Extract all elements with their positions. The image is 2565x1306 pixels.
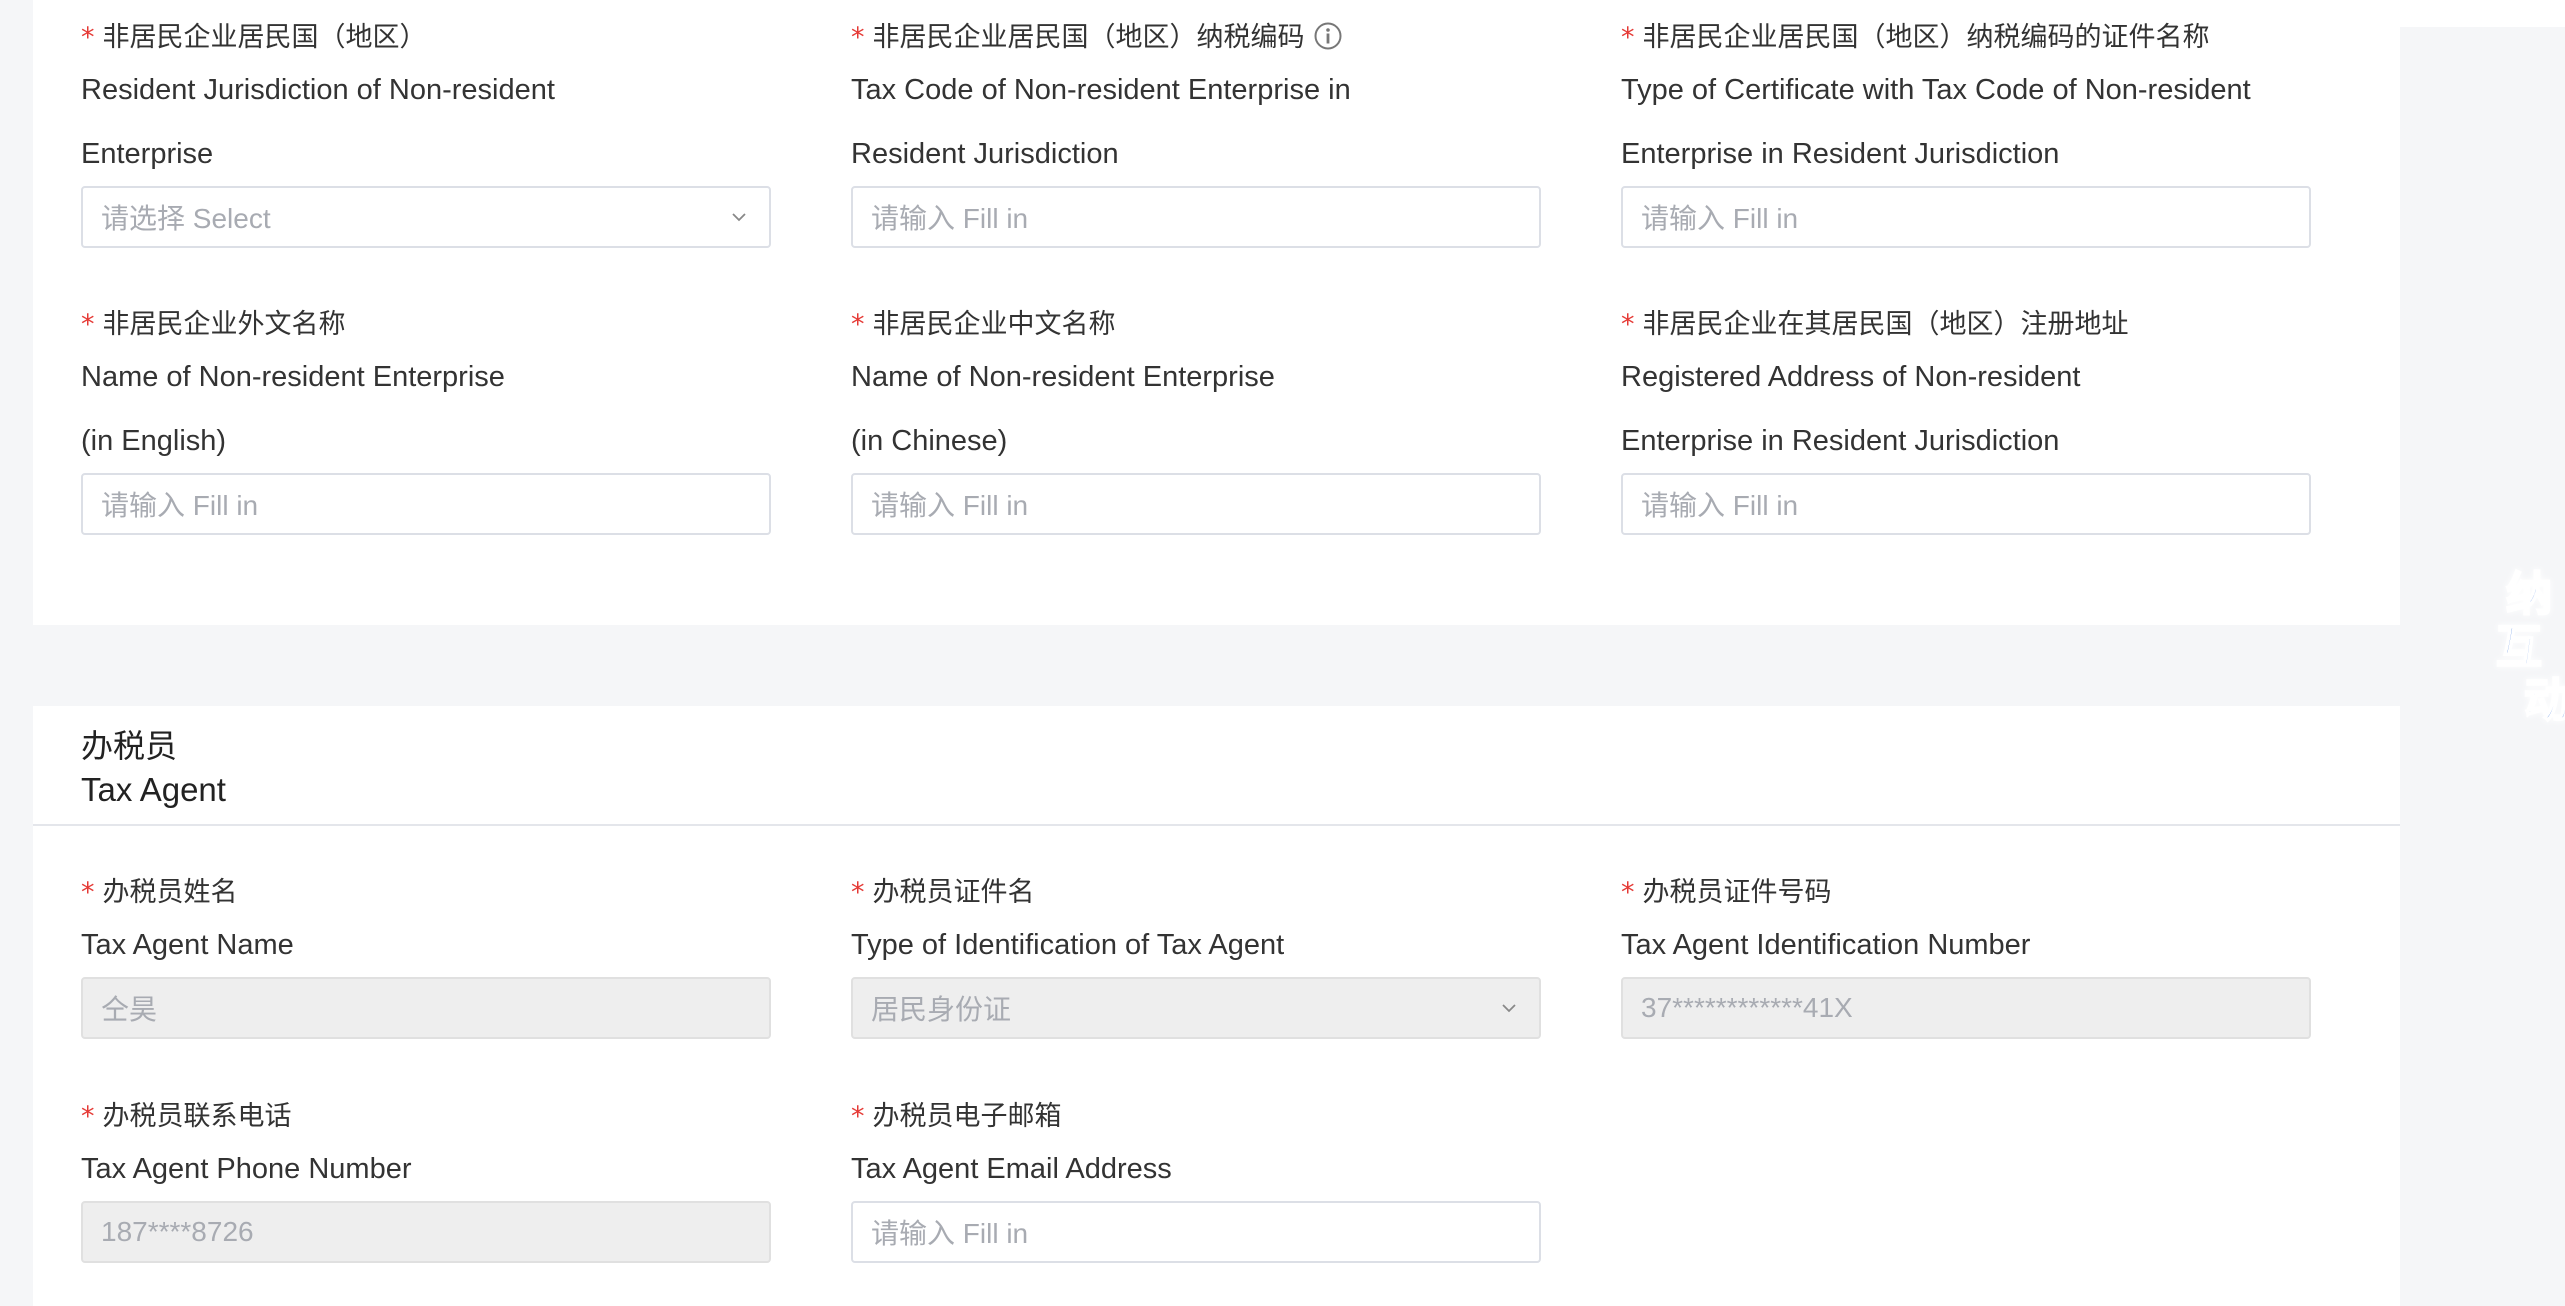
field-id-number: * 办税员证件号码 Tax Agent Identification Number…	[1621, 873, 2311, 1039]
required-star: *	[81, 22, 95, 53]
required-star: *	[81, 309, 95, 340]
required-star: *	[81, 1101, 95, 1132]
input-value: 187****8726	[101, 1216, 254, 1247]
top-strip	[2400, 0, 2565, 27]
label-cn: 非居民企业中文名称	[872, 309, 1116, 340]
label-en-continued: (in English)	[81, 425, 227, 457]
label-en: Name of Non-resident Enterprise	[851, 361, 1275, 393]
label-cn: 非居民企业居民国（地区）纳税编码的证件名称	[1642, 22, 2210, 53]
label-en: Tax Agent Identification Number	[1621, 929, 2031, 961]
label-cn: 办税员联系电话	[102, 1101, 292, 1132]
badge-char-1: 纳	[2506, 567, 2552, 621]
field-tax-code: * 非居民企业居民国（地区）纳税编码 Tax Code of Non-reside…	[851, 18, 1541, 248]
input-placeholder: 请输入 Fill in	[1641, 490, 1799, 521]
field-id-type: * 办税员证件名 Type of Identification of Tax Ag…	[851, 873, 1541, 1039]
input-value: 37************41X	[1641, 992, 1853, 1023]
required-star: *	[851, 1101, 865, 1132]
section-title-en: Tax Agent	[81, 771, 226, 808]
input-value: 仝昊	[101, 994, 158, 1025]
label-cn: 非居民企业居民国（地区）纳税编码	[872, 22, 1305, 53]
field-registered-address: * 非居民企业在其居民国（地区）注册地址 Registered Address o…	[1621, 305, 2311, 535]
required-star: *	[1621, 309, 1635, 340]
badge-char-2: 互	[2496, 620, 2542, 674]
label-en: Tax Agent Email Address	[851, 1153, 1172, 1185]
input-placeholder: 请输入 Fill in	[1641, 203, 1799, 234]
resident-jurisdiction-select[interactable]: 请选择 Select	[81, 186, 771, 248]
input-placeholder: 请输入 Fill in	[871, 203, 1029, 234]
label-en-continued: Enterprise in Resident Jurisdiction	[1621, 138, 2060, 170]
field-certificate-type: * 非居民企业居民国（地区）纳税编码的证件名称 Type of Certifica…	[1621, 18, 2311, 248]
tax-code-input[interactable]: 请输入 Fill in	[851, 186, 1541, 248]
label-en: Tax Code of Non-resident Enterprise in	[851, 74, 1351, 106]
required-star: *	[1621, 22, 1635, 53]
field-name-english: * 非居民企业外文名称 Name of Non-resident Enterpri…	[81, 305, 771, 535]
required-star: *	[851, 22, 865, 53]
name-chinese-input[interactable]: 请输入 Fill in	[851, 473, 1541, 535]
email-input[interactable]: 请输入 Fill in	[851, 1201, 1541, 1263]
badge-char-3: 动	[2524, 673, 2565, 727]
select-placeholder: 请选择 Select	[101, 203, 271, 234]
label-en: Type of Certificate with Tax Code of Non…	[1621, 74, 2251, 106]
input-placeholder: 请输入 Fill in	[871, 490, 1029, 521]
label-cn: 办税员电子邮箱	[872, 1101, 1062, 1132]
info-icon[interactable]	[1313, 21, 1343, 51]
required-star: *	[81, 877, 95, 908]
input-placeholder: 请输入 Fill in	[101, 490, 259, 521]
required-star: *	[851, 309, 865, 340]
required-star: *	[851, 877, 865, 908]
phone-input[interactable]: 187****8726	[81, 1201, 771, 1263]
field-tax-agent-name: * 办税员姓名 Tax Agent Name 仝昊	[81, 873, 771, 1039]
label-en: Name of Non-resident Enterprise	[81, 361, 505, 393]
registered-address-input[interactable]: 请输入 Fill in	[1621, 473, 2311, 535]
label-en-continued: Resident Jurisdiction	[851, 138, 1119, 170]
section-title-cn: 办税员	[81, 727, 178, 765]
select-value: 居民身份证	[871, 994, 1012, 1025]
label-en-continued: Enterprise	[81, 138, 214, 170]
field-resident-jurisdiction: * 非居民企业居民国（地区） Resident Jurisdiction of N…	[81, 18, 771, 248]
field-phone: * 办税员联系电话 Tax Agent Phone Number 187****8…	[81, 1097, 771, 1263]
label-en-continued: Enterprise in Resident Jurisdiction	[1621, 425, 2060, 457]
label-cn: 办税员证件名	[872, 877, 1035, 908]
tax-agent-name-input[interactable]: 仝昊	[81, 977, 771, 1039]
id-type-select[interactable]: 居民身份证	[851, 977, 1541, 1039]
label-cn: 非居民企业居民国（地区）	[102, 22, 427, 53]
label-en: Type of Identification of Tax Agent	[851, 929, 1285, 961]
section-header: 办税员 Tax Agent	[33, 706, 2400, 826]
label-en: Registered Address of Non-resident	[1621, 361, 2081, 393]
id-number-input[interactable]: 37************41X	[1621, 977, 2311, 1039]
field-name-chinese: * 非居民企业中文名称 Name of Non-resident Enterpri…	[851, 305, 1541, 535]
label-cn: 办税员姓名	[102, 877, 238, 908]
chevron-down-icon	[1502, 1004, 1516, 1013]
floating-interaction-badge[interactable]: 纳 互 动	[2490, 540, 2565, 740]
certificate-type-input[interactable]: 请输入 Fill in	[1621, 186, 2311, 248]
label-en: Resident Jurisdiction of Non-resident	[81, 74, 555, 106]
name-english-input[interactable]: 请输入 Fill in	[81, 473, 771, 535]
field-email: * 办税员电子邮箱 Tax Agent Email Address 请输入 Fil…	[851, 1097, 1541, 1263]
label-cn: 非居民企业外文名称	[102, 309, 346, 340]
label-en: Tax Agent Name	[81, 929, 294, 961]
label-cn: 办税员证件号码	[1642, 877, 1832, 908]
label-en: Tax Agent Phone Number	[81, 1153, 412, 1185]
label-cn: 非居民企业在其居民国（地区）注册地址	[1642, 309, 2129, 340]
input-placeholder: 请输入 Fill in	[871, 1218, 1029, 1249]
label-en-continued: (in Chinese)	[851, 425, 1008, 457]
required-star: *	[1621, 877, 1635, 908]
chevron-down-icon	[732, 213, 746, 222]
